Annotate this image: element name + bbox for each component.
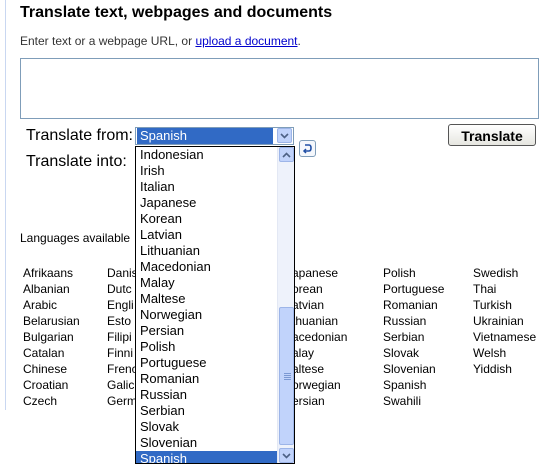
language-link[interactable]: Romanian xyxy=(383,297,444,313)
languages-available-label: Languages available xyxy=(20,231,131,245)
upload-document-link[interactable]: upload a document xyxy=(195,34,297,48)
language-link[interactable]: Finni xyxy=(107,345,138,361)
language-link[interactable]: Chinese xyxy=(23,361,80,377)
language-link[interactable]: orean xyxy=(292,281,347,297)
language-link[interactable]: Vietnamese xyxy=(473,329,536,345)
language-link[interactable]: Welsh xyxy=(473,345,536,361)
language-link[interactable]: Polish xyxy=(383,265,444,281)
language-link[interactable]: Engli xyxy=(107,297,138,313)
input-hint: Enter text or a webpage URL, or upload a… xyxy=(20,34,301,48)
page-title: Translate text, webpages and documents xyxy=(20,4,333,21)
translate-page: Translate text, webpages and documents E… xyxy=(0,0,556,464)
language-link[interactable]: orwegian xyxy=(292,377,347,393)
dropdown-option[interactable]: Italian xyxy=(136,179,278,195)
source-language-select[interactable]: Spanish xyxy=(135,127,294,145)
language-link[interactable]: Bulgarian xyxy=(23,329,80,345)
language-link[interactable]: Arabic xyxy=(23,297,80,313)
dropdown-option[interactable]: Slovak xyxy=(136,419,278,435)
dropdown-option[interactable]: Romanian xyxy=(136,371,278,387)
language-link[interactable]: Esto xyxy=(107,313,138,329)
language-link[interactable]: Belarusian xyxy=(23,313,80,329)
source-language-dropdown-list[interactable]: Indonesian Irish Italian Japanese Korean Latv… xyxy=(135,146,295,464)
language-link[interactable]: Portuguese xyxy=(383,281,444,297)
language-link[interactable]: Swahili xyxy=(383,393,444,409)
language-link[interactable]: Swedish xyxy=(473,265,536,281)
language-link[interactable]: Slovenian xyxy=(383,361,444,377)
language-link[interactable]: ersian xyxy=(292,393,347,409)
language-link[interactable]: Filipi xyxy=(107,329,138,345)
translate-into-label: Translate into: xyxy=(26,153,127,170)
language-link[interactable]: Turkish xyxy=(473,297,536,313)
dropdown-option[interactable]: Japanese xyxy=(136,195,278,211)
language-link[interactable]: Ukrainian xyxy=(473,313,536,329)
language-link[interactable]: acedonian xyxy=(292,329,347,345)
language-column-5: Polish Portuguese Romanian Russian Serbian Sl… xyxy=(383,265,444,409)
dropdown-option[interactable]: Korean xyxy=(136,211,278,227)
dropdown-option[interactable]: Indonesian xyxy=(136,147,278,163)
language-link[interactable]: atvian xyxy=(292,297,347,313)
language-link[interactable]: Slovak xyxy=(383,345,444,361)
scroll-up-button[interactable] xyxy=(279,147,294,162)
language-link[interactable]: altese xyxy=(292,361,347,377)
dropdown-option[interactable]: Persian xyxy=(136,323,278,339)
language-link[interactable]: apanese xyxy=(292,265,347,281)
dropdown-option[interactable]: Macedonian xyxy=(136,259,278,275)
dropdown-option[interactable]: Portuguese xyxy=(136,355,278,371)
language-column-1: Afrikaans Albanian Arabic Belarusian Bulgari… xyxy=(23,265,80,409)
language-link[interactable]: Russian xyxy=(383,313,444,329)
translate-button[interactable]: Translate xyxy=(448,124,536,146)
language-link[interactable]: Serbian xyxy=(383,329,444,345)
swap-languages-button[interactable] xyxy=(299,140,316,157)
swap-arrow-icon xyxy=(302,144,312,154)
language-column-2: Danis Dutc Engli Esto Filipi Finni Frenc Galic G… xyxy=(107,265,138,409)
dropdown-option[interactable]: Serbian xyxy=(136,403,278,419)
language-link[interactable]: Czech xyxy=(23,393,80,409)
dropdown-option[interactable]: Russian xyxy=(136,387,278,403)
dropdown-options: Indonesian Irish Italian Japanese Korean Latv… xyxy=(136,147,278,463)
dropdown-option[interactable]: Norwegian xyxy=(136,307,278,323)
language-link[interactable]: Galic xyxy=(107,377,138,393)
language-link[interactable]: thuanian xyxy=(292,313,347,329)
dropdown-option[interactable]: Slovenian xyxy=(136,435,278,451)
language-link[interactable]: Catalan xyxy=(23,345,80,361)
dropdown-option[interactable]: Irish xyxy=(136,163,278,179)
dropdown-scrollbar[interactable] xyxy=(277,147,294,463)
scroll-thumb[interactable] xyxy=(279,307,294,445)
language-link[interactable]: Frenc xyxy=(107,361,138,377)
source-language-value: Spanish xyxy=(137,128,273,144)
dropdown-option[interactable]: Latvian xyxy=(136,227,278,243)
chevron-down-icon xyxy=(282,452,291,459)
language-column-4: apanese orean atvian thuanian acedonian alay a… xyxy=(292,265,347,409)
hint-text: Enter text or a webpage URL, or xyxy=(20,34,196,48)
chevron-down-icon[interactable] xyxy=(277,128,292,143)
left-divider xyxy=(5,0,6,410)
translate-from-label: Translate from: xyxy=(26,127,133,144)
language-link[interactable]: Spanish xyxy=(383,377,444,393)
chevron-up-icon xyxy=(282,151,291,158)
dropdown-option[interactable]: Maltese xyxy=(136,291,278,307)
source-text-input[interactable] xyxy=(20,58,539,119)
language-link[interactable]: Albanian xyxy=(23,281,80,297)
language-link[interactable]: Croatian xyxy=(23,377,80,393)
language-column-6: Swedish Thai Turkish Ukrainian Vietnamese Wel… xyxy=(473,265,536,377)
language-link[interactable]: Danis xyxy=(107,265,138,281)
language-link[interactable]: Afrikaans xyxy=(23,265,80,281)
language-link[interactable]: Dutc xyxy=(107,281,138,297)
language-link[interactable]: alay xyxy=(292,345,347,361)
dropdown-option[interactable]: Spanish xyxy=(136,451,278,463)
language-link[interactable]: Yiddish xyxy=(473,361,536,377)
dropdown-option[interactable]: Polish xyxy=(136,339,278,355)
scroll-down-button[interactable] xyxy=(279,448,294,463)
dropdown-option[interactable]: Lithuanian xyxy=(136,243,278,259)
hint-end: . xyxy=(297,34,301,48)
dropdown-option[interactable]: Malay xyxy=(136,275,278,291)
language-link[interactable]: Germ xyxy=(107,393,138,409)
language-link[interactable]: Thai xyxy=(473,281,536,297)
